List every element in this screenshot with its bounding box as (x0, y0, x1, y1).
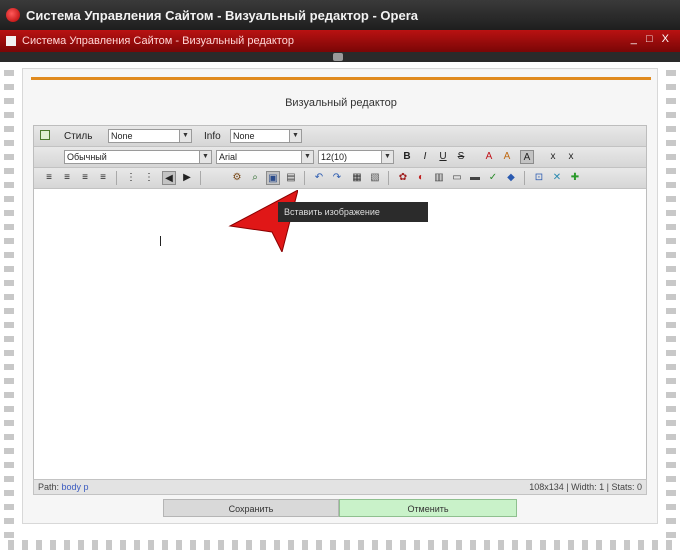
redo-icon[interactable]: ↷ (330, 171, 344, 185)
source-icon[interactable]: ✚ (568, 171, 582, 185)
status-bar: Path: body p 108x134 | Width: 1 | Stats:… (33, 479, 647, 495)
toolbar-row-3: ≡ ≡ ≡ ≡ ⋮ ⋮ ◀ ▶ ⚙ ⌕ ▣ ▤ ↶ ↷ ▦ ▧ ✿ ◐ ▥ ▭ … (34, 168, 646, 189)
anchor-icon[interactable]: ⚙ (230, 171, 244, 185)
frame-edge-left (4, 62, 14, 546)
align-justify-button[interactable]: ≡ (96, 171, 110, 185)
flash-icon[interactable]: ✿ (396, 171, 410, 185)
toolbar-row-1: Стиль None ▼ Info None ▼ (34, 126, 646, 147)
window-controls[interactable]: _ □ X (631, 33, 672, 45)
status-path-value[interactable]: body p (62, 482, 89, 492)
status-info: 108x134 | Width: 1 | Stats: 0 (529, 482, 642, 492)
subscript-button[interactable]: x (546, 150, 560, 164)
status-path: Path: body p (38, 482, 89, 492)
format-select[interactable]: None ▼ (230, 129, 302, 143)
italic-button[interactable]: I (418, 150, 432, 164)
toolbar-separator (388, 171, 389, 185)
special-char-icon[interactable]: ◆ (504, 171, 518, 185)
toolbar-separator (200, 171, 201, 185)
font-size-select-value: 12(10) (321, 152, 348, 162)
paragraph-select[interactable]: Обычный ▼ (64, 150, 212, 164)
font-family-select[interactable]: Arial ▼ (216, 150, 314, 164)
paragraph-select-value: Обычный (67, 152, 107, 162)
toolbar-separator (304, 171, 305, 185)
align-right-button[interactable]: ≡ (78, 171, 92, 185)
window-titlebar: Система Управления Сайтом - Визуальный р… (0, 0, 680, 30)
chevron-down-icon: ▼ (381, 151, 393, 163)
undo-icon[interactable]: ↶ (312, 171, 326, 185)
editor-content-area[interactable]: Вставить изображение (34, 190, 646, 492)
pin-icon (333, 53, 343, 61)
status-path-label: Path (38, 482, 57, 492)
style-select[interactable]: None ▼ (108, 129, 192, 143)
chevron-down-icon: ▼ (199, 151, 211, 163)
tab-title[interactable]: Система Управления Сайтом - Визуальный р… (22, 35, 294, 47)
table-props-icon[interactable]: ▧ (368, 171, 382, 185)
save-button[interactable]: Сохранить (163, 499, 339, 517)
chevron-down-icon: ▼ (301, 151, 313, 163)
edit-mode-icon[interactable] (40, 130, 50, 140)
font-family-select-value: Arial (219, 152, 238, 162)
editor-dialog: Визуальный редактор Стиль None ▼ Info No… (22, 68, 658, 524)
column-icon[interactable]: ▬ (468, 171, 482, 185)
style-label: Стиль (64, 131, 93, 142)
window-title: Система Управления Сайтом - Визуальный р… (26, 7, 418, 23)
preview-icon[interactable]: ⊡ (532, 171, 546, 185)
chevron-down-icon: ▼ (289, 130, 301, 142)
row-icon[interactable]: ▭ (450, 171, 464, 185)
page-icon (6, 36, 16, 46)
superscript-button[interactable]: x (564, 150, 578, 164)
underline-button[interactable]: U (436, 150, 450, 164)
frame-edge-right (666, 62, 676, 546)
cleanup-icon[interactable]: ✕ (550, 171, 564, 185)
ordered-list-button[interactable]: ⋮ (124, 171, 138, 185)
opera-icon (6, 8, 20, 22)
media-icon[interactable]: ◐ (414, 171, 428, 185)
outdent-button[interactable]: ◀ (162, 171, 176, 185)
style-select-value: None (111, 131, 133, 141)
cancel-button[interactable]: Отменить (339, 499, 517, 517)
align-center-button[interactable]: ≡ (60, 171, 74, 185)
accent-line (31, 77, 651, 80)
link-icon[interactable]: ⌕ (248, 171, 262, 185)
table-icon[interactable]: ▦ (350, 171, 364, 185)
frame-edge-bottom (0, 540, 680, 550)
horizontal-rule-button[interactable]: ▤ (284, 171, 298, 185)
align-left-button[interactable]: ≡ (42, 171, 56, 185)
strikethrough-button[interactable]: S (454, 150, 468, 164)
check-icon[interactable]: ✓ (486, 171, 500, 185)
toolbar-separator (524, 171, 525, 185)
indent-button[interactable]: ▶ (180, 171, 194, 185)
visual-editor: Стиль None ▼ Info None ▼ Обычный ▼ Arial… (33, 125, 647, 493)
format-select-value: None (233, 131, 255, 141)
background-color-button[interactable]: A (520, 150, 534, 164)
toolbar-separator (116, 171, 117, 185)
toolbar-row-2: Обычный ▼ Arial ▼ 12(10) ▼ B I U S A A A… (34, 147, 646, 168)
insert-image-tooltip: Вставить изображение (278, 202, 428, 222)
dialog-title: Визуальный редактор (285, 97, 397, 109)
font-size-select[interactable]: 12(10) ▼ (318, 150, 394, 164)
format-label: Info (204, 131, 221, 142)
bold-button[interactable]: B (400, 150, 414, 164)
browser-tab-strip: Система Управления Сайтом - Визуальный р… (0, 30, 680, 52)
chevron-down-icon: ▼ (179, 130, 191, 142)
cell-icon[interactable]: ▥ (432, 171, 446, 185)
highlight-color-button[interactable]: A (500, 150, 514, 164)
font-color-button[interactable]: A (482, 150, 496, 164)
unordered-list-button[interactable]: ⋮ (142, 171, 156, 185)
text-caret (160, 236, 161, 246)
insert-image-button[interactable]: ▣ (266, 171, 280, 185)
